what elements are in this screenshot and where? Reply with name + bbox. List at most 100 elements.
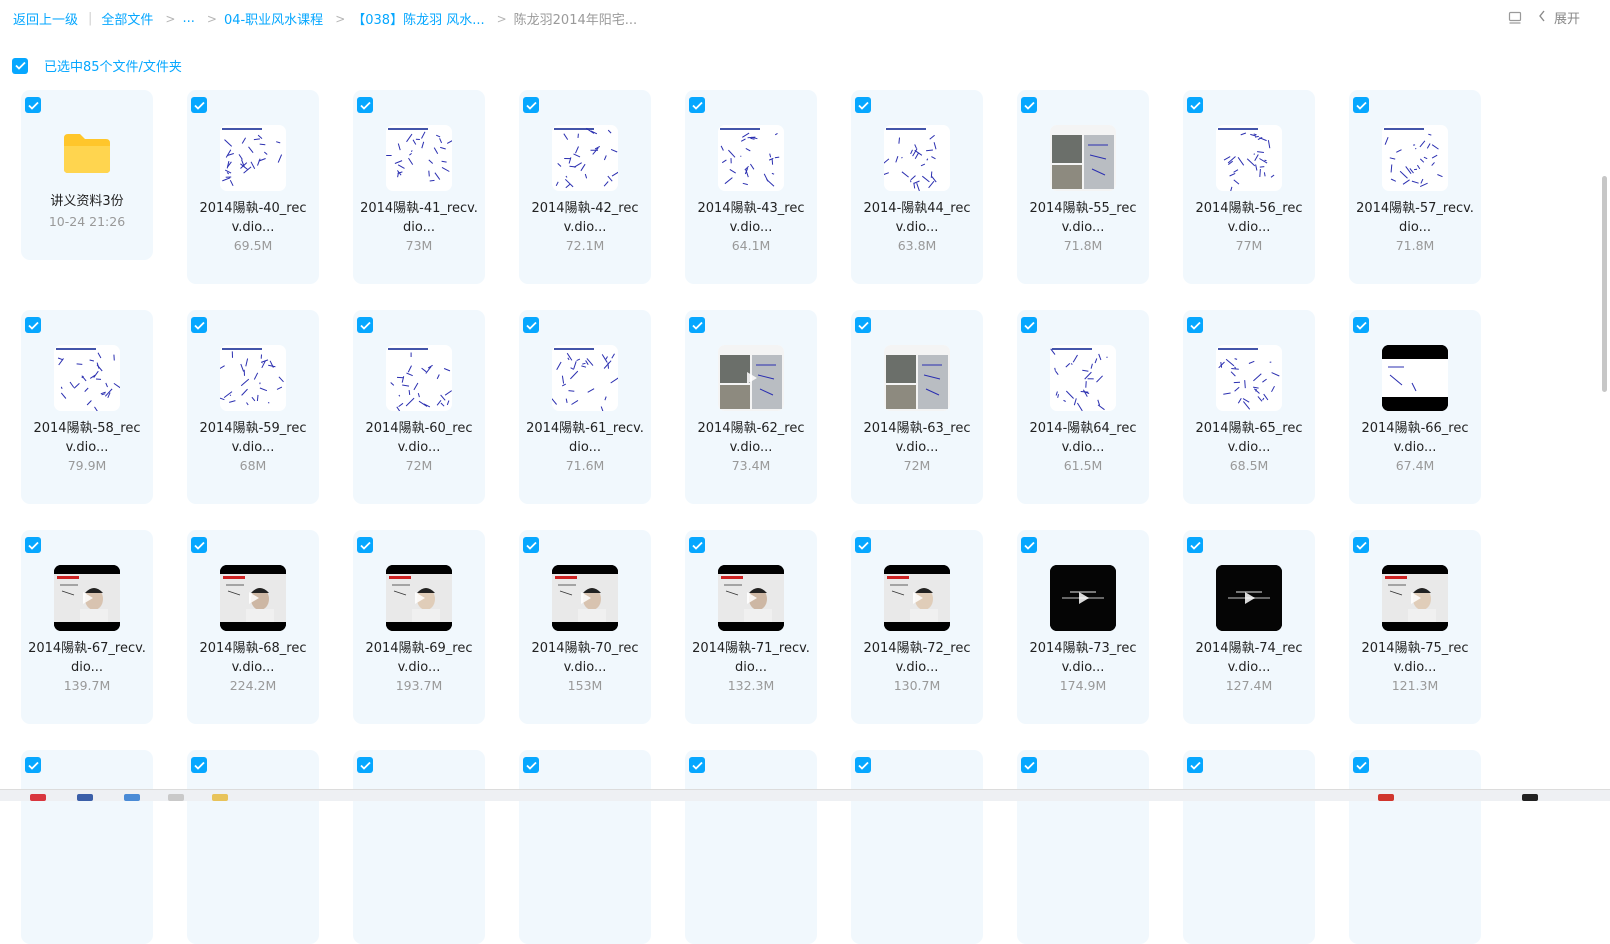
file-name[interactable]: 2014陽執-57_recv. dio...	[1355, 199, 1475, 237]
file-checkbox[interactable]	[855, 317, 871, 333]
file-checkbox[interactable]	[1353, 537, 1369, 553]
file-thumbnail[interactable]	[386, 345, 452, 411]
file-thumbnail[interactable]	[718, 125, 784, 191]
file-tile[interactable]: 2014陽執-75_rec v.dio...121.3M	[1349, 530, 1481, 724]
file-tile[interactable]: 2014-陽執64_rec v.dio...61.5M	[1017, 310, 1149, 504]
file-tile[interactable]	[1349, 750, 1481, 944]
file-name[interactable]: 2014陽執-75_rec v.dio...	[1355, 639, 1475, 677]
file-checkbox[interactable]	[357, 317, 373, 333]
file-name[interactable]: 2014陽執-40_rec v.dio...	[193, 199, 313, 237]
file-tile[interactable]	[1183, 750, 1315, 944]
file-tile[interactable]: 2014陽執-70_rec v.dio...153M	[519, 530, 651, 724]
crumb-folder-2[interactable]: 【038】陈龙羽 风水...	[352, 9, 484, 28]
file-checkbox[interactable]	[523, 97, 539, 113]
file-name[interactable]: 2014陽執-58_rec v.dio...	[27, 419, 147, 457]
file-thumbnail[interactable]	[552, 125, 618, 191]
back-link[interactable]: 返回上一级	[13, 9, 78, 28]
file-tile[interactable]: 2014陽執-63_rec v.dio...72M	[851, 310, 983, 504]
file-thumbnail[interactable]	[1382, 565, 1448, 631]
file-name[interactable]: 2014陽執-67_recv. dio...	[27, 639, 147, 677]
file-thumbnail[interactable]	[1382, 345, 1448, 411]
file-thumbnail[interactable]	[884, 345, 950, 411]
file-name[interactable]: 2014陽執-62_rec v.dio...	[691, 419, 811, 457]
file-tile[interactable]: 2014陽執-69_rec v.dio...193.7M	[353, 530, 485, 724]
file-tile[interactable]: 2014陽執-72_rec v.dio...130.7M	[851, 530, 983, 724]
list-view-icon[interactable]	[1506, 9, 1524, 27]
file-tile[interactable]: 2014陽執-65_rec v.dio...68.5M	[1183, 310, 1315, 504]
file-tile[interactable]: 2014陽執-42_rec v.dio...72.1M	[519, 90, 651, 284]
file-thumbnail[interactable]	[54, 565, 120, 631]
file-tile[interactable]: 2014陽執-67_recv. dio...139.7M	[21, 530, 153, 724]
file-name[interactable]: 2014陽執-41_recv. dio...	[359, 199, 479, 237]
file-checkbox[interactable]	[357, 537, 373, 553]
file-checkbox[interactable]	[855, 537, 871, 553]
file-checkbox[interactable]	[523, 317, 539, 333]
file-tile[interactable]: 2014陽執-73_rec v.dio...174.9M	[1017, 530, 1149, 724]
file-checkbox[interactable]	[357, 97, 373, 113]
file-thumbnail[interactable]	[54, 345, 120, 411]
file-name[interactable]: 2014陽執-68_rec v.dio...	[193, 639, 313, 677]
file-thumbnail[interactable]	[220, 565, 286, 631]
file-checkbox[interactable]	[191, 537, 207, 553]
file-tile[interactable]: 2014陽執-43_rec v.dio...64.1M	[685, 90, 817, 284]
file-checkbox[interactable]	[1021, 97, 1037, 113]
file-checkbox[interactable]	[1353, 317, 1369, 333]
file-thumbnail[interactable]	[884, 565, 950, 631]
file-checkbox[interactable]	[523, 537, 539, 553]
file-tile[interactable]	[21, 750, 153, 944]
file-name[interactable]: 2014陽執-43_rec v.dio...	[691, 199, 811, 237]
file-checkbox[interactable]	[523, 757, 539, 773]
file-tile[interactable]	[519, 750, 651, 944]
file-thumbnail[interactable]	[1216, 125, 1282, 191]
file-name[interactable]: 2014陽執-60_rec v.dio...	[359, 419, 479, 457]
file-checkbox[interactable]	[855, 757, 871, 773]
file-tile[interactable]: 2014陽執-71_recv. dio...132.3M	[685, 530, 817, 724]
file-name[interactable]: 2014陽執-74_rec v.dio...	[1189, 639, 1309, 677]
file-checkbox[interactable]	[1187, 757, 1203, 773]
file-thumbnail[interactable]	[1050, 125, 1116, 191]
file-checkbox[interactable]	[191, 757, 207, 773]
file-name[interactable]: 2014陽執-61_recv. dio...	[525, 419, 645, 457]
file-thumbnail[interactable]	[220, 345, 286, 411]
file-tile[interactable]	[353, 750, 485, 944]
scrollbar-thumb[interactable]	[1602, 176, 1607, 392]
file-name[interactable]: 2014陽執-73_rec v.dio...	[1023, 639, 1143, 677]
crumb-ellipsis[interactable]: ...	[182, 11, 194, 26]
file-name[interactable]: 2014陽執-72_rec v.dio...	[857, 639, 977, 677]
file-checkbox[interactable]	[1021, 537, 1037, 553]
file-tile[interactable]	[851, 750, 983, 944]
file-thumbnail[interactable]	[386, 125, 452, 191]
file-tile[interactable]	[187, 750, 319, 944]
file-thumbnail[interactable]	[1050, 345, 1116, 411]
file-name[interactable]: 2014陽執-70_rec v.dio...	[525, 639, 645, 677]
file-tile[interactable]: 2014陽執-74_rec v.dio...127.4M	[1183, 530, 1315, 724]
file-tile[interactable]: 2014陽執-58_rec v.dio...79.9M	[21, 310, 153, 504]
file-thumbnail[interactable]	[718, 345, 784, 411]
file-checkbox[interactable]	[357, 757, 373, 773]
file-checkbox[interactable]	[855, 97, 871, 113]
file-name[interactable]: 2014陽執-59_rec v.dio...	[193, 419, 313, 457]
file-tile[interactable]: 2014陽執-55_rec v.dio...71.8M	[1017, 90, 1149, 284]
file-thumbnail[interactable]	[386, 565, 452, 631]
file-tile[interactable]: 2014陽執-66_rec v.dio...67.4M	[1349, 310, 1481, 504]
file-checkbox[interactable]	[689, 537, 705, 553]
file-checkbox[interactable]	[25, 317, 41, 333]
file-thumbnail[interactable]	[1382, 125, 1448, 191]
file-name[interactable]: 2014陽執-56_rec v.dio...	[1189, 199, 1309, 237]
folder-tile[interactable]: 讲义资料3份10-24 21:26	[21, 90, 153, 260]
file-checkbox[interactable]	[191, 317, 207, 333]
expand-button[interactable]: 展开	[1538, 8, 1580, 27]
file-tile[interactable]: 2014陽執-57_recv. dio...71.8M	[1349, 90, 1481, 284]
file-name[interactable]: 2014陽執-69_rec v.dio...	[359, 639, 479, 677]
file-thumbnail[interactable]	[552, 565, 618, 631]
file-checkbox[interactable]	[1021, 317, 1037, 333]
file-checkbox[interactable]	[1187, 317, 1203, 333]
file-tile[interactable]: 2014陽執-61_recv. dio...71.6M	[519, 310, 651, 504]
file-thumbnail[interactable]	[1216, 345, 1282, 411]
file-checkbox[interactable]	[25, 537, 41, 553]
file-name[interactable]: 2014陽執-55_rec v.dio...	[1023, 199, 1143, 237]
select-all-checkbox[interactable]	[12, 58, 28, 74]
file-name[interactable]: 2014-陽執44_rec v.dio...	[857, 199, 977, 237]
file-tile[interactable]	[685, 750, 817, 944]
crumb-all-files[interactable]: 全部文件	[101, 9, 153, 28]
